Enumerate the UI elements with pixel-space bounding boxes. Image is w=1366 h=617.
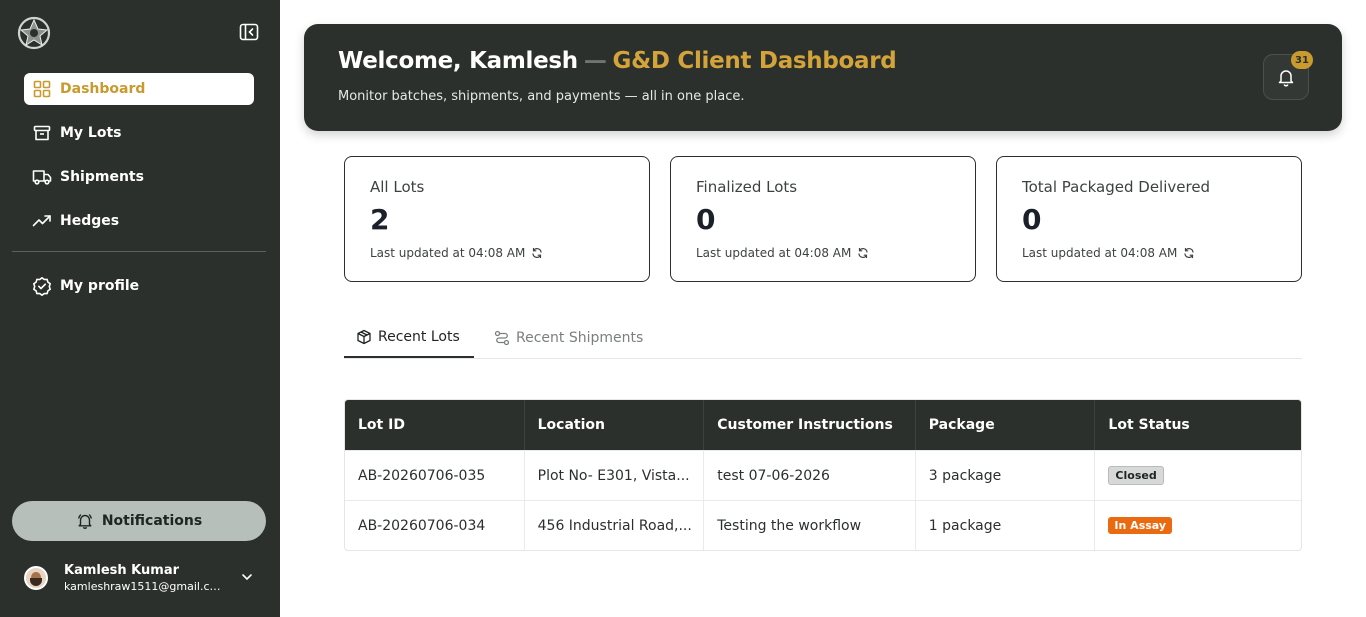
tab-label: Recent Shipments (516, 330, 644, 346)
recent-lots-table: Lot ID Location Customer Instructions Pa… (344, 399, 1302, 551)
sidebar-item-shipments[interactable]: Shipments (24, 161, 254, 193)
cell-instructions: Testing the workflow (704, 501, 916, 550)
brand-logo-icon[interactable] (16, 15, 52, 51)
welcome-text: Welcome, Kamlesh (338, 48, 578, 74)
column-header-package[interactable]: Package (916, 400, 1096, 450)
page-title: Welcome, Kamlesh — G&D Client Dashboard (338, 48, 897, 74)
status-badge: Closed (1108, 466, 1164, 485)
refresh-icon[interactable] (531, 247, 543, 259)
avatar (24, 566, 48, 590)
bell-icon (1278, 70, 1294, 87)
stat-label: Total Packaged Delivered (1022, 178, 1211, 196)
tab-label: Recent Lots (378, 329, 460, 345)
cell-status: Closed (1095, 451, 1301, 500)
title-separator: — (583, 48, 607, 74)
refresh-icon[interactable] (857, 247, 869, 259)
sidebar-item-label: Hedges (60, 213, 120, 229)
column-header-customer-instructions[interactable]: Customer Instructions (704, 400, 916, 450)
route-icon (494, 330, 510, 346)
sidebar-item-hedges[interactable]: Hedges (24, 205, 254, 237)
sidebar-item-label: My profile (60, 278, 140, 294)
column-header-lot-status[interactable]: Lot Status (1095, 400, 1301, 450)
status-badge: In Assay (1108, 517, 1173, 534)
cell-lot-id: AB-20260706-035 (345, 451, 525, 500)
welcome-header: Welcome, Kamlesh — G&D Client Dashboard Mo… (304, 24, 1342, 131)
sidebar: Dashboard My Lots Shipments Hedges My pr… (0, 0, 280, 617)
tab-recent-lots[interactable]: Recent Lots (344, 318, 474, 358)
column-header-lot-id[interactable]: Lot ID (345, 400, 525, 450)
dashboard-title: G&D Client Dashboard (612, 48, 897, 74)
sidebar-item-my-lots[interactable]: My Lots (24, 117, 254, 149)
sidebar-nav-secondary: My profile (24, 270, 254, 314)
archive-icon (32, 123, 52, 143)
sidebar-nav: Dashboard My Lots Shipments Hedges (24, 73, 254, 249)
cell-package: 3 package (916, 451, 1096, 500)
grid-icon (32, 79, 52, 99)
column-header-location[interactable]: Location (525, 400, 705, 450)
bell-icon (76, 512, 94, 530)
user-name: Kamlesh Kumar (64, 563, 180, 578)
sidebar-item-label: My Lots (60, 125, 122, 141)
user-email: kamleshraw1511@gmail.com (64, 580, 222, 593)
cell-location: Plot No- E301, Vista... (525, 451, 705, 500)
stat-card-finalized-lots: Finalized Lots 0 Last updated at 04:08 A… (670, 156, 976, 282)
stat-updated-text: Last updated at 04:08 AM (696, 246, 852, 260)
sidebar-item-label: Dashboard (60, 81, 146, 97)
cell-instructions: test 07-06-2026 (704, 451, 916, 500)
stat-updated: Last updated at 04:08 AM (1022, 246, 1195, 260)
stat-updated-text: Last updated at 04:08 AM (1022, 246, 1178, 260)
cell-package: 1 package (916, 501, 1096, 550)
chevron-down-icon[interactable] (240, 570, 254, 584)
refresh-icon[interactable] (1183, 247, 1195, 259)
cell-lot-id: AB-20260706-034 (345, 501, 525, 550)
sidebar-collapse-icon[interactable] (239, 23, 259, 41)
stat-label: All Lots (370, 178, 425, 196)
stat-updated: Last updated at 04:08 AM (370, 246, 543, 260)
stat-updated-text: Last updated at 04:08 AM (370, 246, 526, 260)
stat-value: 2 (370, 203, 390, 236)
table-header: Lot ID Location Customer Instructions Pa… (345, 400, 1301, 450)
sidebar-divider (12, 251, 266, 252)
sidebar-item-dashboard[interactable]: Dashboard (24, 73, 254, 105)
user-menu[interactable]: Kamlesh Kumar kamleshraw1511@gmail.com (24, 560, 264, 596)
stat-value: 0 (696, 203, 716, 236)
table-row[interactable]: AB-20260706-035 Plot No- E301, Vista... … (345, 450, 1301, 500)
page-subtitle: Monitor batches, shipments, and payments… (338, 89, 745, 104)
notifications-label: Notifications (101, 513, 203, 529)
truck-icon (32, 167, 52, 187)
stat-card-all-lots: All Lots 2 Last updated at 04:08 AM (344, 156, 650, 282)
badge-check-icon (32, 276, 52, 296)
stat-label: Finalized Lots (696, 178, 798, 196)
stat-value: 0 (1022, 203, 1042, 236)
table-row[interactable]: AB-20260706-034 456 Industrial Road,... … (345, 500, 1301, 550)
package-icon (357, 329, 371, 345)
tab-recent-shipments[interactable]: Recent Shipments (494, 318, 643, 358)
cell-location: 456 Industrial Road,... (525, 501, 705, 550)
cell-status: In Assay (1095, 501, 1301, 550)
notifications-button[interactable]: Notifications (12, 501, 266, 541)
tab-bar: Recent Lots Recent Shipments (344, 318, 1302, 359)
sidebar-item-my-profile[interactable]: My profile (24, 270, 254, 302)
trending-up-icon (32, 211, 52, 231)
stat-card-total-packaged-delivered: Total Packaged Delivered 0 Last updated … (996, 156, 1302, 282)
notification-count-badge: 31 (1291, 51, 1313, 69)
stat-updated: Last updated at 04:08 AM (696, 246, 869, 260)
sidebar-item-label: Shipments (60, 169, 144, 185)
